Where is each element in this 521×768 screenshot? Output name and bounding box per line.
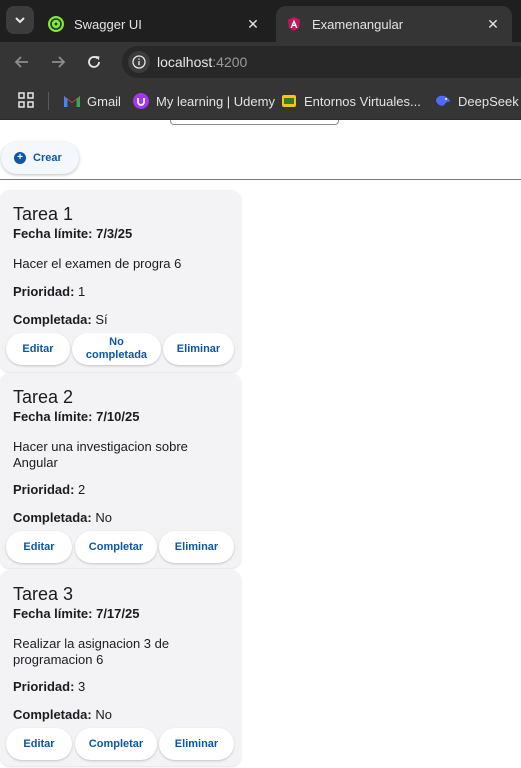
forward-arrow-icon[interactable] [46,50,70,74]
task-title: Tarea 3 [13,584,74,604]
angular-favicon-icon [286,16,302,32]
bookmark-label: DeepSeek - [458,93,521,109]
edit-button[interactable]: Editar [6,531,72,563]
delete-button[interactable]: Eliminar [163,333,234,365]
completed-value: No [95,707,112,722]
close-tab-icon[interactable]: ✕ [242,13,264,35]
task-description: Realizar la asignacion 3 de programacion… [13,636,170,667]
task-priority: Prioridad: 3 [13,679,85,695]
task-description: Hacer el examen de progra 6 [13,256,182,271]
task-card: Tarea 3 Fecha límite: 7/17/25 Realizar l… [0,570,241,766]
entornos-icon [281,93,297,109]
task-card: Tarea 2 Fecha límite: 7/10/25 Hacer una … [0,373,241,568]
url-port: :4200 [212,54,248,70]
bookmark-separator [48,92,49,110]
reload-icon[interactable] [82,50,106,74]
priority-label: Prioridad: [13,284,75,299]
delete-button[interactable]: Eliminar [159,728,234,760]
toggle-complete-button[interactable]: No completada [72,333,161,365]
task-title: Tarea 2 [13,387,74,407]
site-info-icon[interactable] [128,51,150,73]
tab-title: Swagger UI [74,16,142,32]
task-completed: Completada: Sí [13,312,108,328]
priority-label: Prioridad: [13,482,75,497]
create-task-button[interactable]: + Crear [1,142,79,174]
edit-button[interactable]: Editar [6,333,70,365]
browser-toolbar: localhost:4200 [0,42,521,82]
divider [0,179,521,180]
task-priority: Prioridad: 1 [13,284,85,300]
udemy-icon [133,93,149,109]
tab-title: Examenangular [312,16,404,32]
url-host: localhost [157,54,213,70]
bookmark-gmail[interactable]: Gmail [64,92,121,110]
bookmark-entornos[interactable]: Entornos Virtuales... [281,92,421,110]
address-bar[interactable]: localhost:4200 [122,46,521,78]
deadline-label: Fecha límite: [13,606,93,621]
toggle-complete-button[interactable]: Completar [75,531,157,563]
task-description: Hacer una investigacion sobre Angular [13,439,188,470]
tab-examenangular[interactable]: Examenangular ✕ [276,6,512,42]
completed-label: Completada: [13,312,92,327]
top-input-field[interactable] [170,120,339,125]
gmail-icon [64,93,80,109]
swagger-favicon-icon [48,16,64,32]
completed-value: Sí [95,312,108,327]
deadline-label: Fecha límite: [13,409,93,424]
deadline-value: 7/17/25 [96,606,140,621]
priority-value: 2 [78,482,86,497]
bookmark-label: Entornos Virtuales... [304,93,421,109]
add-circle-icon: + [14,152,26,164]
task-deadline: Fecha límite: 7/3/25 [13,226,132,242]
back-arrow-icon[interactable] [10,50,34,74]
deepseek-icon [435,93,451,109]
bookmark-deepseek[interactable]: DeepSeek - [435,92,521,110]
task-completed: Completada: No [13,510,112,526]
bookmark-label: Gmail [87,93,121,109]
create-button-label: Crear [33,152,62,164]
completed-value: No [95,510,112,525]
deadline-value: 7/3/25 [96,226,133,241]
toggle-complete-button[interactable]: Completar [75,728,157,760]
bookmark-udemy[interactable]: My learning | Udemy [133,92,275,110]
tab-swagger[interactable]: Swagger UI ✕ [38,6,272,42]
task-priority: Prioridad: 2 [13,482,85,498]
task-completed: Completada: No [13,707,112,723]
edit-button[interactable]: Editar [6,728,72,760]
task-title: Tarea 1 [13,204,74,224]
priority-label: Prioridad: [13,679,75,694]
close-tab-icon[interactable]: ✕ [482,13,504,35]
bookmarks-bar: Gmail My learning | Udemy Entornos Virtu… [0,82,521,120]
bookmark-label: My learning | Udemy [156,93,275,109]
task-deadline: Fecha límite: 7/17/25 [13,606,139,622]
page-content: + Crear Tarea 1 Fecha límite: 7/3/25 Hac… [0,120,521,768]
deadline-value: 7/10/25 [96,409,140,424]
completed-label: Completada: [13,510,92,525]
apps-grid-icon[interactable] [18,92,34,108]
deadline-label: Fecha límite: [13,226,93,241]
completed-label: Completada: [13,707,92,722]
delete-button[interactable]: Eliminar [159,531,234,563]
tab-search-icon[interactable] [6,6,34,34]
url-text: localhost:4200 [157,54,247,70]
task-card: Tarea 1 Fecha límite: 7/3/25 Hacer el ex… [0,190,241,372]
task-deadline: Fecha límite: 7/10/25 [13,409,139,425]
priority-value: 3 [78,679,86,694]
priority-value: 1 [78,284,86,299]
browser-tab-strip: Swagger UI ✕ Examenangular ✕ [0,0,521,42]
